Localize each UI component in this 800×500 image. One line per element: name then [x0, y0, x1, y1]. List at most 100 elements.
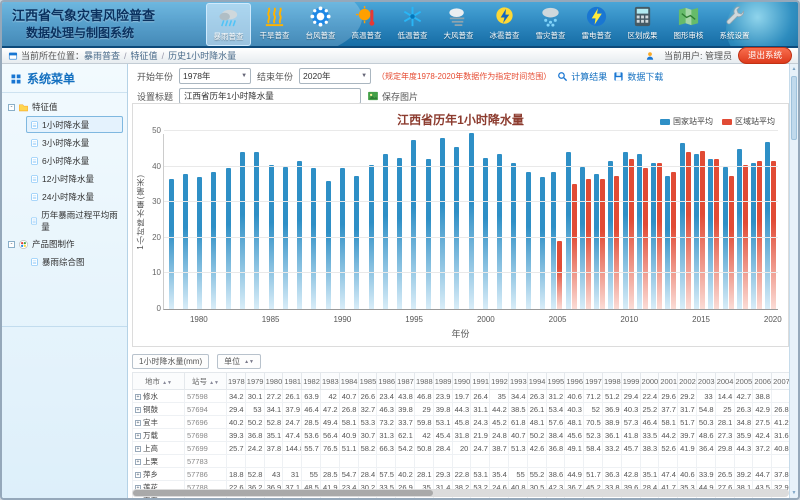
year-slot-1981: [207, 134, 221, 309]
bar-国家站平均-2008: [594, 174, 599, 309]
toolbar-item-rainstorm[interactable]: 暴雨普查: [206, 3, 251, 46]
row-expand-icon[interactable]: +: [135, 446, 141, 452]
toolbar-item-graphic-review[interactable]: 图形审核: [666, 3, 711, 46]
review-icon: [677, 5, 700, 28]
toolbar-item-drought[interactable]: 干旱普查: [252, 3, 297, 46]
toolbar-item-low-temp[interactable]: 低温普查: [390, 3, 435, 46]
download-button[interactable]: 数据下载: [613, 70, 663, 83]
high-temp-icon: [355, 5, 378, 28]
legend-item-国家站平均[interactable]: 国家站平均: [660, 116, 713, 127]
toolbar-item-label: 大风普查: [444, 30, 474, 41]
value-cell: 38.3: [640, 442, 659, 455]
toolbar-item-zoning-results[interactable]: 区划成果: [620, 3, 665, 46]
tree-node-1[interactable]: -产品图制作: [6, 236, 123, 252]
tree-item-24小时降水量[interactable]: 24小时降水量: [26, 188, 123, 205]
value-cell: 26.1: [283, 390, 302, 403]
tree-item-暴雨综合图[interactable]: 暴雨综合图: [26, 253, 123, 270]
row-expand-icon[interactable]: +: [135, 394, 141, 400]
bar-国家站平均-1979: [183, 174, 188, 309]
value-cell: 38.9: [602, 416, 621, 429]
value-cell: 24.7: [283, 416, 302, 429]
value-cell: 39.2: [734, 468, 753, 481]
tree-item-12小时降水量[interactable]: 12小时降水量: [26, 170, 123, 187]
logout-button[interactable]: 退出系统: [738, 47, 792, 64]
breadcrumb-segment[interactable]: 特征值: [131, 49, 158, 62]
tree-item-label: 6小时降水量: [42, 155, 89, 167]
value-cell: 62.1: [396, 429, 415, 442]
start-year-select[interactable]: 1978年▼: [179, 68, 251, 84]
breadcrumb-segment[interactable]: 历史1小时降水量: [168, 49, 236, 62]
breadcrumb-segment[interactable]: 暴雨普查: [84, 49, 120, 62]
station-column-header[interactable]: 站号 ▲▼: [185, 373, 227, 390]
unit-filter-box[interactable]: 单位 ▲▼: [217, 354, 261, 369]
bar-国家站平均-1989: [326, 181, 331, 309]
tree-node-0[interactable]: -特征值: [6, 99, 123, 115]
sort-icon[interactable]: ▲▼: [162, 380, 172, 386]
scroll-up-arrow-icon[interactable]: ▲: [790, 64, 798, 74]
value-cell: 39.3: [227, 429, 246, 442]
toolbar-item-hail[interactable]: 冰雹普查: [482, 3, 527, 46]
value-cell: 23.9: [433, 390, 452, 403]
year-slot-1989: [321, 134, 335, 309]
page-icon: [30, 156, 39, 166]
save-image-button[interactable]: 保存图片: [367, 90, 418, 103]
chart-title-input[interactable]: [179, 88, 361, 104]
vscroll-thumb[interactable]: [791, 76, 797, 140]
value-cell: 52.6: [659, 442, 678, 455]
toolbar-item-high-temp[interactable]: 高温普查: [344, 3, 389, 46]
city-name: 铜鼓: [143, 405, 158, 414]
year-slot-2010: [621, 134, 635, 309]
scroll-down-arrow-icon[interactable]: ▼: [790, 488, 798, 498]
y-tick-label: 40: [135, 162, 161, 171]
value-cell: 58.1: [339, 416, 358, 429]
row-expand-icon[interactable]: +: [135, 472, 141, 478]
year-slot-2002: [507, 134, 521, 309]
bar-国家站平均-1988: [311, 168, 316, 309]
tree-item-历年暴雨过程平均雨量[interactable]: 历年暴雨过程平均雨量: [26, 206, 123, 235]
value-cell: 40.2: [396, 468, 415, 481]
vertical-scrollbar[interactable]: ▲ ▼: [789, 64, 798, 498]
row-expand-icon[interactable]: +: [135, 407, 141, 413]
city-column-header[interactable]: 地市 ▲▼: [133, 373, 185, 390]
row-expand-icon[interactable]: +: [135, 433, 141, 439]
expander-icon[interactable]: -: [8, 104, 15, 111]
expander-icon[interactable]: -: [8, 241, 15, 248]
toolbar-item-lightning[interactable]: 雷电普查: [574, 3, 619, 46]
metric-filter-box[interactable]: 1小时降水量(mm): [132, 354, 209, 369]
tree-item-3小时降水量[interactable]: 3小时降水量: [26, 134, 123, 151]
value-cell: 42: [320, 390, 339, 403]
y-tick-label: 30: [135, 197, 161, 206]
value-cell: 50.2: [527, 429, 546, 442]
value-cell: [584, 455, 603, 468]
value-cell: 25.2: [640, 403, 659, 416]
row-expand-icon[interactable]: +: [135, 459, 141, 465]
table-horizontal-scrollbar[interactable]: [132, 489, 789, 497]
x-tick-label: 1985: [254, 315, 288, 324]
toolbar-item-typhoon[interactable]: 台风普查: [298, 3, 343, 46]
value-cell: 53.1: [471, 468, 490, 481]
value-cell: [490, 455, 509, 468]
city-cell: +上栗: [133, 455, 185, 468]
year-slot-1995: [407, 134, 421, 309]
value-cell: 53: [245, 403, 264, 416]
hscroll-thumb[interactable]: [133, 490, 433, 496]
toolbar-item-system-settings[interactable]: 系统设置: [712, 3, 757, 46]
bar-国家站平均-1993: [383, 154, 388, 309]
tree-item-1小时降水量[interactable]: 1小时降水量: [26, 116, 123, 133]
sort-icon[interactable]: ▲▼: [209, 380, 219, 386]
value-cell: 22.4: [640, 390, 659, 403]
calculate-button[interactable]: 计算结果: [557, 70, 607, 83]
value-cell: 50.2: [245, 416, 264, 429]
toolbar-item-snow[interactable]: 雪灾普查: [528, 3, 573, 46]
end-year-select[interactable]: 2020年▼: [299, 68, 371, 84]
legend-item-区域站平均[interactable]: 区域站平均: [722, 116, 775, 127]
row-expand-icon[interactable]: +: [135, 420, 141, 426]
chevron-down-icon: ▲▼: [244, 359, 254, 365]
value-cell: 52.3: [584, 429, 603, 442]
value-cell: 24.7: [471, 442, 490, 455]
page-icon: [30, 138, 39, 148]
toolbar-item-wind[interactable]: 大风普查: [436, 3, 481, 46]
value-cell: 30.1: [245, 390, 264, 403]
tree-item-label: 历年暴雨过程平均雨量: [41, 209, 119, 233]
tree-item-6小时降水量[interactable]: 6小时降水量: [26, 152, 123, 169]
